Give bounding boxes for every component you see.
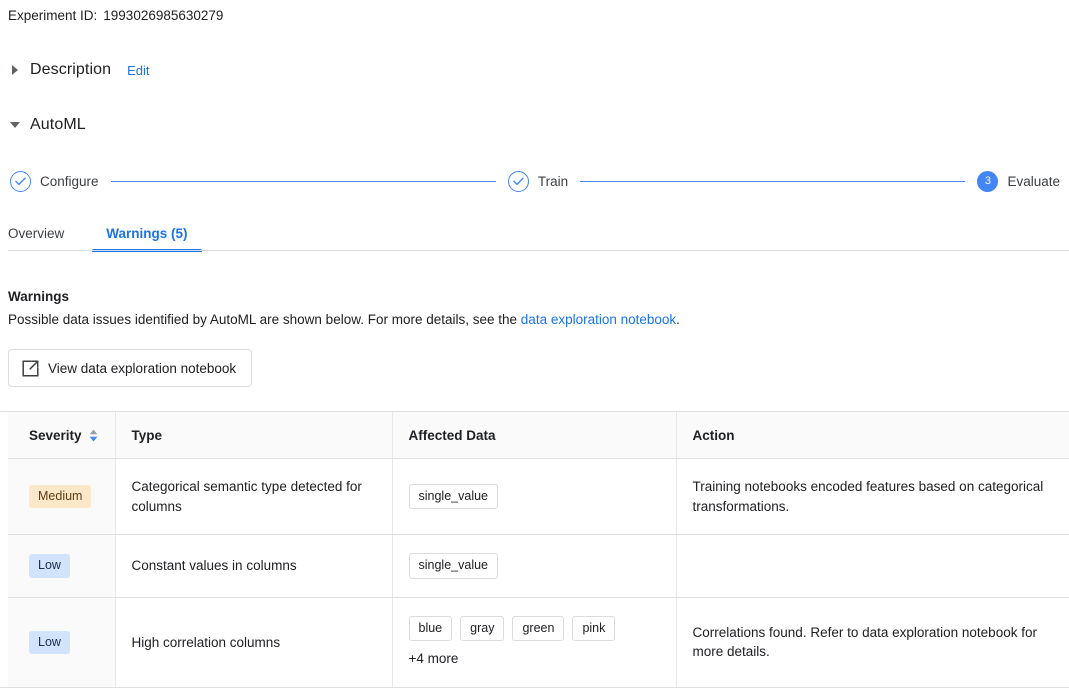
status-badge: Medium [29, 484, 92, 509]
action-text: Correlations found. Refer to data explor… [692, 624, 1037, 660]
section-title-description: Description [30, 61, 112, 78]
caret-right-icon[interactable] [8, 65, 22, 75]
table-header-row: Severity Type Affected Data Action [8, 412, 1069, 459]
cell-type: Constant values in columns [115, 534, 393, 598]
cell-action: Training notebooks encoded features base… [676, 458, 1069, 536]
severity-sort-control[interactable]: Severity [29, 428, 98, 443]
step-evaluate[interactable]: 3 Evaluate [977, 170, 1061, 192]
experiment-id-value: 1993026985630279 [103, 8, 224, 23]
cell-affected-data: blue gray green pink +4 more [392, 597, 677, 687]
section-header-automl[interactable]: AutoML [8, 111, 1061, 139]
experiment-id-label: Experiment ID: [8, 8, 98, 23]
cell-type: Categorical semantic type detected for c… [115, 458, 393, 536]
column-header-affected-data: Affected Data [392, 412, 677, 459]
warnings-description: Possible data issues identified by AutoM… [8, 312, 1061, 327]
data-exploration-notebook-link[interactable]: data exploration notebook [521, 312, 676, 327]
tab-overview[interactable]: Overview [8, 226, 78, 251]
warnings-description-prefix: Possible data issues identified by AutoM… [8, 312, 521, 327]
sort-descending-icon [89, 436, 97, 442]
data-chip[interactable]: green [512, 615, 565, 642]
step-number-badge: 3 [977, 170, 999, 192]
data-chip[interactable]: single_value [408, 483, 498, 510]
caret-down-icon[interactable] [8, 121, 22, 129]
table-row: Medium Categorical semantic type detecte… [8, 458, 1069, 536]
warnings-table-container: Severity Type Affected Data Action Mediu… [0, 411, 1069, 688]
cell-affected-data: single_value [392, 458, 677, 536]
step-label-configure: Configure [40, 173, 99, 189]
automl-tabs: Overview Warnings (5) [8, 213, 1069, 252]
external-link-icon [22, 359, 39, 377]
experiment-page: Experiment ID: 1993026985630279 Descript… [0, 0, 1069, 688]
warnings-description-suffix: . [676, 312, 680, 327]
step-configure[interactable]: Configure [10, 170, 99, 192]
column-header-action: Action [676, 412, 1069, 459]
status-badge: Low [29, 630, 70, 655]
data-chip[interactable]: single_value [408, 553, 498, 579]
cell-affected-data: single_value [392, 534, 677, 598]
cell-severity: Low [8, 534, 116, 598]
status-badge: Low [29, 554, 70, 578]
cell-action: Correlations found. Refer to data explor… [676, 597, 1069, 687]
view-data-exploration-notebook-button[interactable]: View data exploration notebook [8, 349, 253, 387]
section-header-description[interactable]: Description Edit [8, 56, 1061, 84]
experiment-id-row: Experiment ID: 1993026985630279 [8, 0, 1061, 34]
affected-data-chips: blue gray green pink +4 more [408, 615, 660, 669]
data-chip[interactable]: pink [572, 615, 616, 642]
warnings-table-head: Severity Type Affected Data Action [8, 412, 1069, 459]
cell-severity: Medium [8, 458, 116, 536]
warnings-table-body: Medium Categorical semantic type detecte… [8, 458, 1069, 687]
column-header-severity-label: Severity [29, 428, 82, 443]
cell-severity: Low [8, 597, 116, 687]
step-label-evaluate: Evaluate [1007, 173, 1061, 189]
step-label-train: Train [537, 173, 569, 189]
description-edit-link[interactable]: Edit [127, 63, 149, 78]
automl-stepper: Configure Train 3 Evaluate [8, 167, 1061, 195]
sort-ascending-icon [89, 429, 97, 435]
data-chip[interactable]: blue [408, 615, 453, 642]
table-row: Low Constant values in columns single_va… [8, 534, 1069, 598]
column-header-type: Type [115, 412, 393, 459]
step-train[interactable]: Train [507, 170, 569, 192]
cell-action [676, 534, 1069, 598]
cell-type: High correlation columns [115, 597, 393, 687]
section-title-automl: AutoML [30, 116, 86, 133]
affected-data-chips: single_value [408, 483, 660, 510]
tab-warnings[interactable]: Warnings (5) [92, 226, 202, 252]
data-chip[interactable]: gray [460, 615, 505, 642]
column-header-severity[interactable]: Severity [8, 412, 116, 459]
warnings-table: Severity Type Affected Data Action Mediu… [8, 412, 1069, 687]
tabs-divider [8, 250, 1069, 251]
check-icon [10, 170, 31, 192]
data-chips-more-link[interactable]: +4 more [409, 649, 459, 669]
step-connector-1 [110, 180, 496, 182]
step-connector-2 [580, 180, 966, 182]
table-row: Low High correlation columns blue gray g… [8, 597, 1069, 687]
action-text: Training notebooks encoded features base… [692, 479, 1044, 514]
affected-data-chips: single_value [408, 553, 660, 579]
check-icon [507, 170, 529, 192]
sort-arrows-icon[interactable] [89, 429, 98, 442]
notebook-button-label: View data exploration notebook [48, 360, 237, 376]
warnings-heading: Warnings [8, 289, 70, 304]
